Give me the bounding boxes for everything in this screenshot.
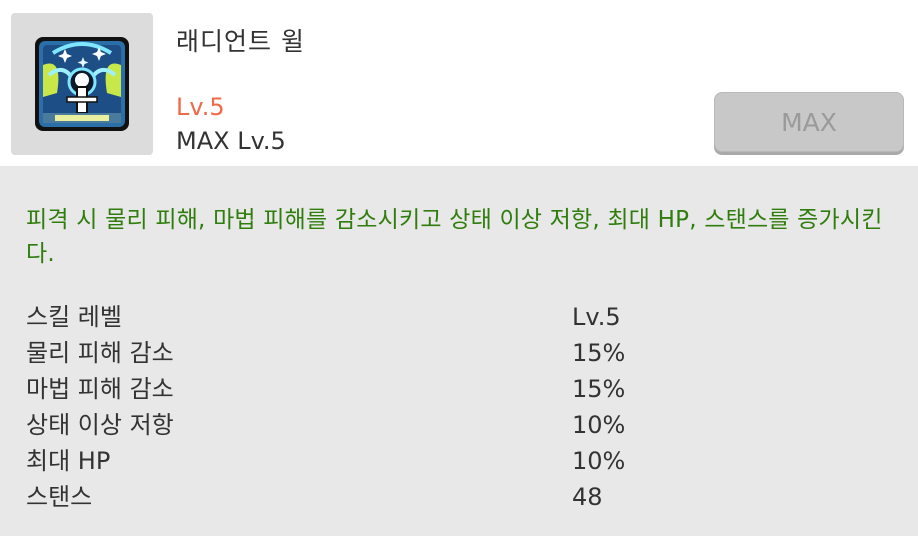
stat-label: 스탠스 [26, 483, 93, 511]
stat-label: 최대 HP [26, 447, 111, 475]
skill-stats-list: 스킬 레벨 Lv.5 물리 피해 감소 15% 마법 피해 감소 15% 상태 … [26, 299, 898, 515]
skill-max-level: MAX Lv.5 [176, 127, 286, 155]
skill-icon-frame [11, 13, 153, 155]
stat-label: 상태 이상 저항 [26, 411, 174, 439]
stat-row-status-resistance: 상태 이상 저항 10% [26, 407, 898, 443]
max-level-button[interactable]: MAX [714, 92, 904, 152]
stat-value: 10% [572, 447, 626, 475]
stat-row-physical-damage-reduction: 물리 피해 감소 15% [26, 335, 898, 371]
stat-value: 15% [572, 339, 626, 367]
skill-header: 래디언트 윌 Lv.5 MAX Lv.5 MAX [0, 0, 918, 166]
stat-value: Lv.5 [572, 303, 621, 331]
stat-row-max-hp: 최대 HP 10% [26, 443, 898, 479]
stat-label: 스킬 레벨 [26, 303, 122, 331]
stat-value: 10% [572, 411, 626, 439]
skill-current-level: Lv.5 [176, 93, 225, 121]
stat-label: 마법 피해 감소 [26, 375, 174, 403]
stat-value: 15% [572, 375, 626, 403]
skill-icon [35, 37, 129, 131]
stat-row-stance: 스탠스 48 [26, 479, 898, 515]
stat-value: 48 [572, 483, 603, 511]
stat-row-magic-damage-reduction: 마법 피해 감소 15% [26, 371, 898, 407]
stat-label: 물리 피해 감소 [26, 339, 174, 367]
skill-name: 래디언트 윌 [176, 27, 305, 56]
skill-description: 피격 시 물리 피해, 마법 피해를 감소시키고 상태 이상 저항, 최대 HP… [26, 207, 883, 267]
stat-row-skill-level: 스킬 레벨 Lv.5 [26, 299, 898, 335]
